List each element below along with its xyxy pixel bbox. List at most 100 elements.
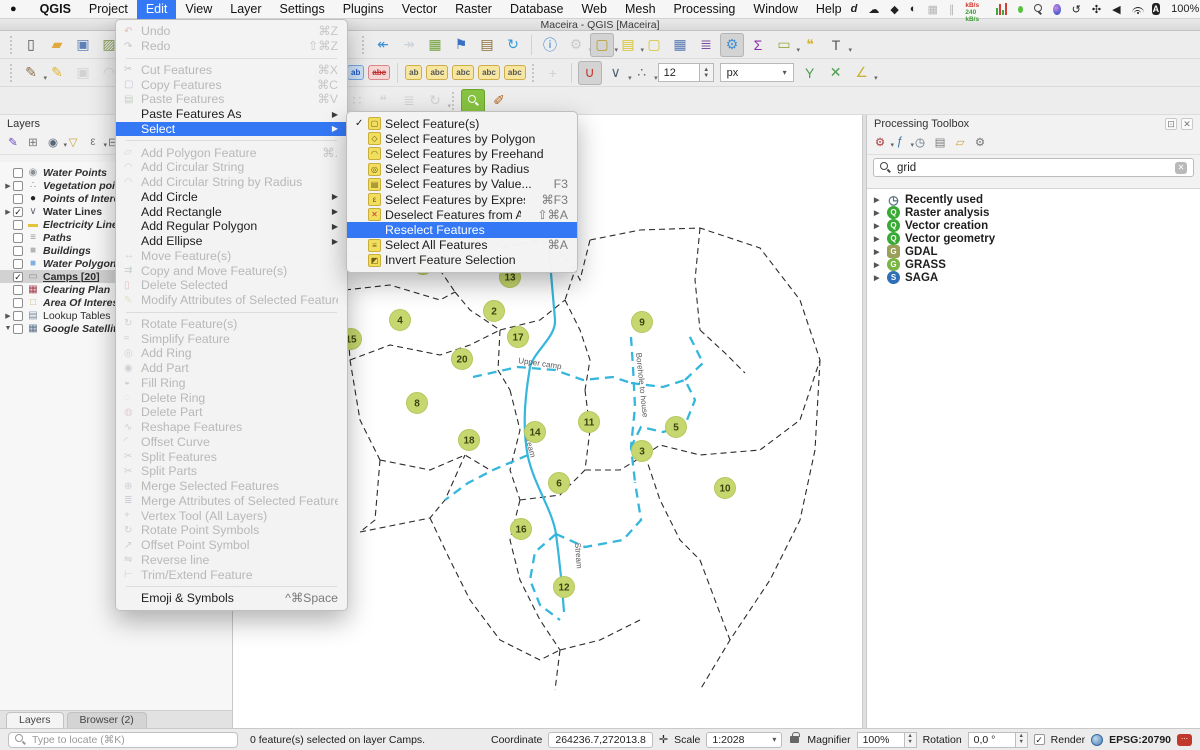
menubar-item-processing[interactable]: Processing [665, 0, 745, 19]
toolbar-drag-handle[interactable] [532, 64, 536, 82]
spotlight-icon[interactable] [1034, 4, 1042, 15]
menu-item-invert-feature-selection[interactable]: ◩Invert Feature Selection [347, 253, 577, 268]
snap-units-combo[interactable]: px [720, 63, 794, 82]
snapping-toggle-icon[interactable]: ∪ [578, 61, 602, 85]
clip-icon[interactable]: ∥ [949, 3, 955, 16]
layer-visibility-checkbox[interactable] [13, 168, 23, 178]
toolbox-group-raster-analysis[interactable]: ▶QRaster analysis [867, 206, 1200, 219]
snap-on-vertex-icon[interactable]: ∨ [604, 61, 628, 85]
menu-item-select-features-by-radius[interactable]: ◎Select Features by Radius [347, 162, 577, 177]
layer-visibility-checkbox[interactable] [13, 233, 23, 243]
menubar-item-help[interactable]: Help [807, 0, 851, 19]
wifi-icon[interactable] [1132, 4, 1141, 14]
camp-marker-14[interactable]: 14 [525, 422, 546, 443]
highlight-pinned-labels-icon[interactable]: abc [426, 65, 448, 80]
docker-icon[interactable]: d [851, 3, 858, 15]
menu-item-reselect-features[interactable]: Reselect Features [347, 222, 577, 237]
menubar-item-project[interactable]: Project [80, 0, 137, 19]
toggle-editing-icon[interactable]: ✎ [45, 61, 69, 85]
menubar-item-database[interactable]: Database [501, 0, 573, 19]
expand-icon[interactable]: ▶ [3, 208, 13, 216]
menu-item-add-rectangle[interactable]: Add Rectangle▶ [116, 204, 347, 219]
extent-icon[interactable]: ✛ [659, 733, 668, 746]
processing-search-input[interactable]: grid ✕ [873, 158, 1194, 177]
menu-item-select-feature-s[interactable]: ✓▢Select Feature(s) [347, 116, 577, 131]
coordinate-input[interactable]: 264236.7,272013.8 [548, 732, 653, 748]
layer-labeling-off-icon[interactable]: abc [368, 65, 390, 80]
toolbar-drag-handle[interactable] [452, 92, 456, 110]
menu-item-select-features-by-polygon[interactable]: ◇Select Features by Polygon [347, 131, 577, 146]
cloud-icon[interactable]: ☁ [868, 3, 879, 16]
menu-item-select-features-by-expression[interactable]: εSelect Features by Expression...⌘F3 [347, 192, 577, 207]
rotation-spinbox[interactable]: 0,0 °▲▼ [968, 732, 1028, 748]
select-features-icon[interactable]: ▢ [590, 33, 614, 57]
camp-marker-2[interactable]: 2 [484, 301, 505, 322]
camp-marker-8[interactable]: 8 [407, 393, 428, 414]
locator-input[interactable]: Type to locate (⌘K) [8, 732, 238, 748]
zoom-last-icon[interactable]: ↞ [371, 33, 395, 57]
layer-visibility-checkbox[interactable] [13, 181, 23, 191]
input-source-icon[interactable]: A [1152, 3, 1160, 15]
layer-visibility-checkbox[interactable] [13, 298, 23, 308]
change-label-properties-icon[interactable]: abc [504, 65, 526, 80]
toolbox-group-gdal[interactable]: ▶GGDAL [867, 245, 1200, 258]
timemachine-icon[interactable]: ↺ [1072, 3, 1081, 16]
menubar-item-qgis[interactable]: QGIS [31, 0, 80, 19]
new-spatial-bookmark-icon[interactable]: ⚑ [449, 33, 473, 57]
camp-marker-5[interactable]: 5 [666, 417, 687, 438]
camp-marker-16[interactable]: 16 [511, 519, 532, 540]
panel-close-icon[interactable]: ✕ [1181, 118, 1193, 130]
menubar-item-plugins[interactable]: Plugins [334, 0, 393, 19]
camp-marker-18[interactable]: 18 [459, 430, 480, 451]
expand-icon[interactable]: ▶ [3, 182, 13, 190]
save-project-icon[interactable]: ▣ [71, 33, 95, 57]
menubar-item-layer[interactable]: Layer [221, 0, 270, 19]
toolbox-group-vector-creation[interactable]: ▶QVector creation [867, 219, 1200, 232]
toolbox-group-saga[interactable]: ▶SSAGA [867, 271, 1200, 284]
expand-icon[interactable]: ▶ [874, 235, 882, 243]
snap-on-intersection-icon[interactable]: ✕ [824, 61, 848, 85]
select-features-by-value-icon[interactable]: ▤ [616, 33, 640, 57]
show-sum-of-features-icon[interactable]: Σ [746, 33, 770, 57]
statistical-summary-icon[interactable]: ≣ [694, 33, 718, 57]
layer-visibility-checkbox[interactable] [13, 259, 23, 269]
menu-item-select-all-features[interactable]: ≡Select All Features⌘A [347, 238, 577, 253]
magnifier-spinbox[interactable]: 100%▲▼ [857, 732, 917, 748]
layer-visibility-checkbox[interactable]: ✓ [13, 207, 23, 217]
open-attribute-table-icon[interactable]: ▦ [668, 33, 692, 57]
metasearch-icon[interactable]: ✐ [487, 89, 511, 113]
options-icon[interactable]: ⚙ [970, 132, 990, 152]
tab-browser-2[interactable]: Browser (2) [67, 712, 147, 728]
log-messages-icon[interactable]: ⋯ [1177, 734, 1192, 746]
menu-item-emoji-symbols[interactable]: Emoji & Symbols^⌘Space [116, 591, 347, 606]
camp-marker-10[interactable]: 10 [715, 478, 736, 499]
menu-item-add-circle[interactable]: Add Circle▶ [116, 190, 347, 205]
camp-marker-12[interactable]: 12 [554, 577, 575, 598]
results-viewer-icon[interactable]: ▤ [930, 132, 950, 152]
layer-visibility-checkbox[interactable] [13, 194, 23, 204]
clear-search-icon[interactable]: ✕ [1175, 162, 1187, 174]
pin-unpin-labels-icon[interactable]: ab [405, 65, 422, 80]
menubar-item-view[interactable]: View [176, 0, 221, 19]
camp-marker-3[interactable]: 3 [632, 441, 653, 462]
menu-item-deselect-features-from-all-layers[interactable]: ✕Deselect Features from All Layers⇧⌘A [347, 207, 577, 222]
toolbox-group-recently-used[interactable]: ▶◷Recently used [867, 193, 1200, 206]
snap-on-segment-icon[interactable]: ∴ [630, 61, 654, 85]
layer-visibility-checkbox[interactable] [13, 220, 23, 230]
lock-scale-icon[interactable] [790, 736, 799, 743]
volume-icon[interactable]: ◀ [1112, 3, 1120, 16]
expand-icon[interactable]: ▶ [874, 261, 882, 269]
fan-icon[interactable]: ✣ [1092, 3, 1101, 16]
activity-bars-icon[interactable] [996, 3, 1007, 15]
camp-marker-11[interactable]: 11 [579, 412, 600, 433]
map-tips-icon[interactable]: ❝ [798, 33, 822, 57]
layer-visibility-checkbox[interactable] [13, 324, 23, 334]
camp-marker-9[interactable]: 9 [632, 312, 653, 333]
manage-map-themes-icon[interactable]: ◉ [43, 132, 63, 152]
filter-by-expression-icon[interactable]: ε [83, 132, 103, 152]
menubar-item-edit[interactable]: Edit [137, 0, 177, 19]
menu-item-paste-features-as[interactable]: Paste Features As▶ [116, 107, 347, 122]
siri-icon[interactable] [1053, 4, 1061, 15]
menubar-item-vector[interactable]: Vector [393, 0, 446, 19]
add-group-icon[interactable]: ⊞ [23, 132, 43, 152]
